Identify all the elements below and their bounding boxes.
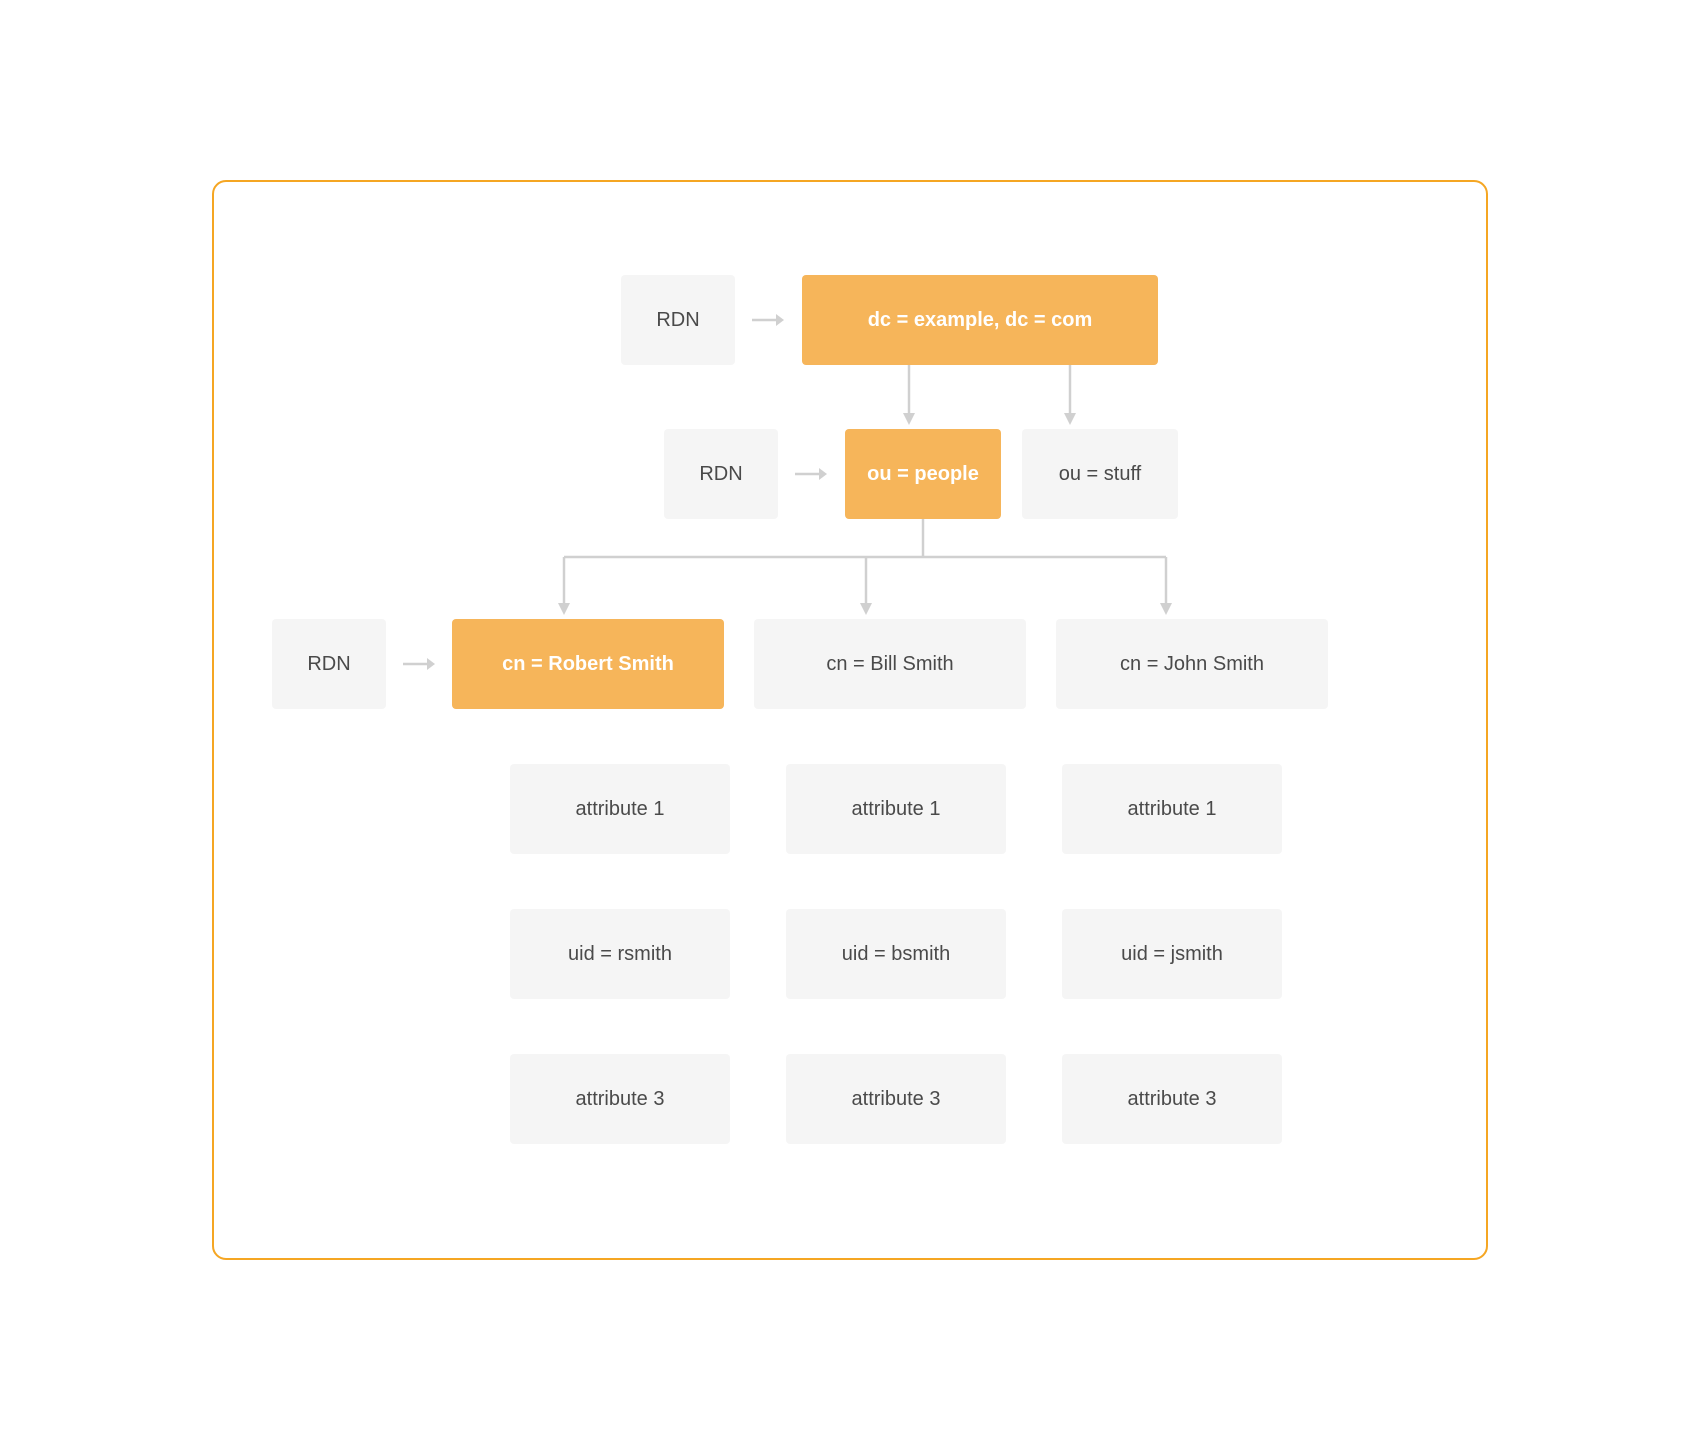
ou-people-label: ou = people [867, 463, 979, 486]
rdn-label-2: RDN [664, 429, 778, 519]
attr-box: attribute 3 [786, 1054, 1006, 1144]
connector-root-children [802, 365, 1158, 429]
diagram-canvas: RDN dc = example, dc = com RDN ou = peop… [212, 180, 1488, 1260]
rdn-label-1: RDN [621, 275, 735, 365]
cn-node-john: cn = John Smith [1056, 619, 1328, 709]
cn-label: cn = Robert Smith [502, 653, 674, 676]
cn-label: cn = Bill Smith [826, 653, 953, 676]
cn-node-bill: cn = Bill Smith [754, 619, 1026, 709]
cn-node-robert: cn = Robert Smith [452, 619, 724, 709]
connector-people-children [314, 519, 1390, 619]
attr-label: uid = rsmith [568, 943, 672, 966]
rdn-text: RDN [699, 463, 742, 486]
arrow-right-icon [793, 462, 829, 486]
attr-box: attribute 1 [510, 764, 730, 854]
attr-box: attribute 1 [786, 764, 1006, 854]
attr-box: uid = jsmith [1062, 909, 1282, 999]
arrow-right-icon [401, 652, 437, 676]
rdn-text: RDN [656, 309, 699, 332]
attr-box: uid = bsmith [786, 909, 1006, 999]
attr-box: attribute 3 [1062, 1054, 1282, 1144]
rdn-label-3: RDN [272, 619, 386, 709]
attr-label: attribute 3 [852, 1088, 941, 1111]
attr-label: attribute 1 [1128, 798, 1217, 821]
attr-label: attribute 3 [1128, 1088, 1217, 1111]
attr-label: uid = bsmith [842, 943, 950, 966]
attr-label: attribute 3 [576, 1088, 665, 1111]
rdn-text: RDN [307, 653, 350, 676]
root-label: dc = example, dc = com [868, 309, 1093, 332]
attr-box: attribute 1 [1062, 764, 1282, 854]
root-node: dc = example, dc = com [802, 275, 1158, 365]
ou-stuff-node: ou = stuff [1022, 429, 1178, 519]
attr-label: attribute 1 [576, 798, 665, 821]
cn-label: cn = John Smith [1120, 653, 1264, 676]
arrow-right-icon [750, 308, 786, 332]
attr-box: uid = rsmith [510, 909, 730, 999]
ou-people-node: ou = people [845, 429, 1001, 519]
ou-stuff-label: ou = stuff [1059, 463, 1141, 486]
attr-label: uid = jsmith [1121, 943, 1223, 966]
attr-box: attribute 3 [510, 1054, 730, 1144]
attr-label: attribute 1 [852, 798, 941, 821]
